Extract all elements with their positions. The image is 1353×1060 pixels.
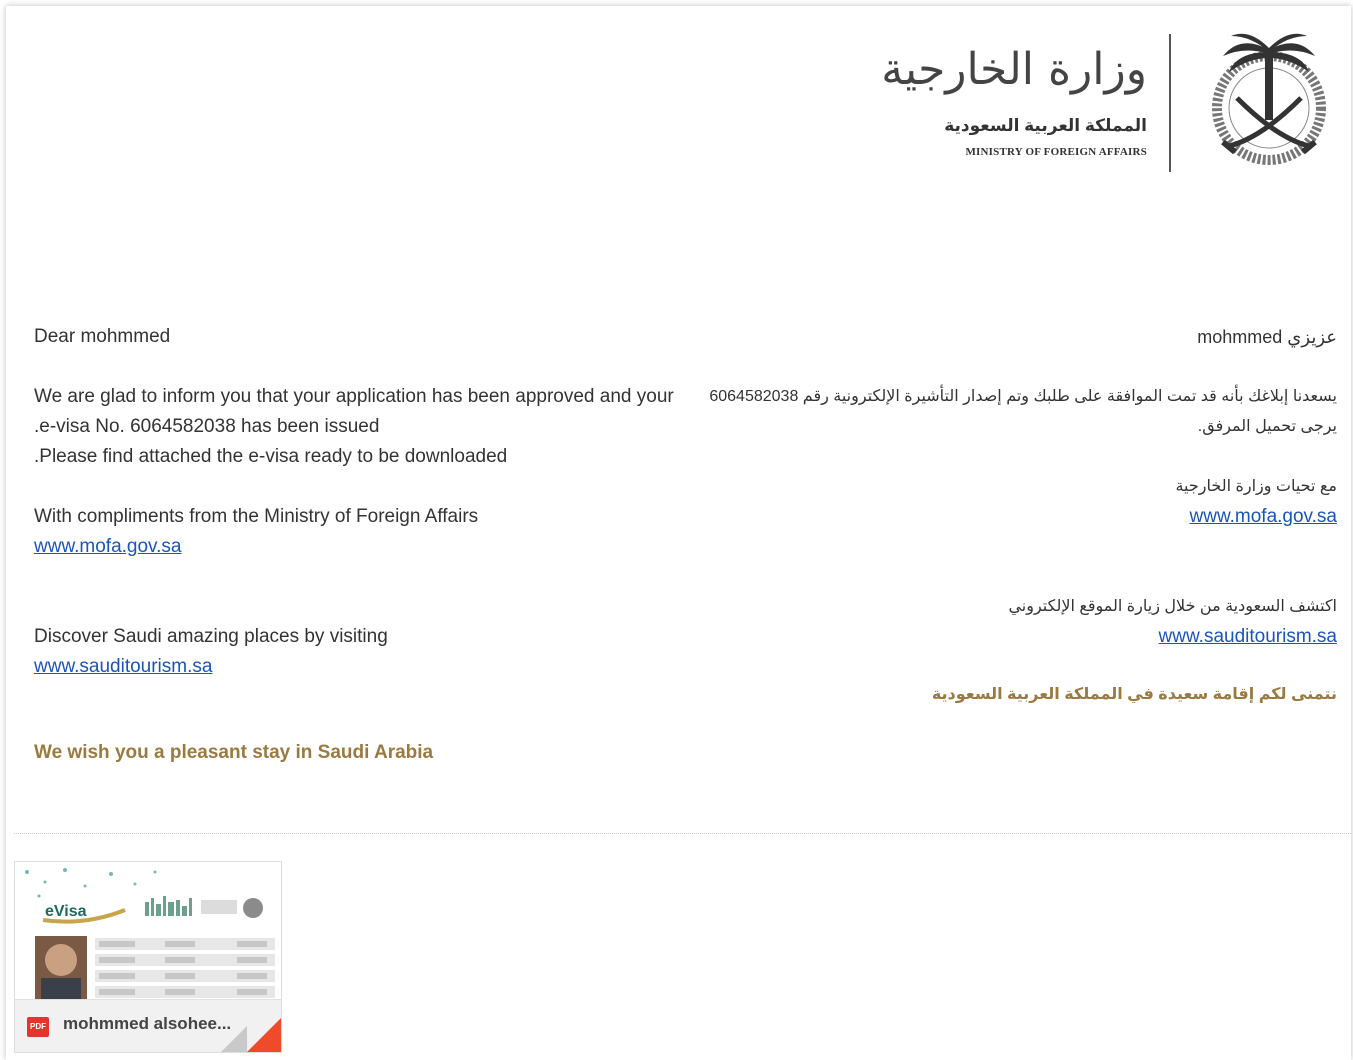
arabic-wish: نتمنى لكم إقامة سعيدة في المملكة العربية… [931,686,1337,703]
attachment-card[interactable]: eVisa PDF mohmmed alsohee... [14,861,282,1053]
english-compliments: With compliments from the Ministry of Fo… [34,506,479,527]
english-wish: We wish you a pleasant stay in Saudi Ara… [34,742,434,763]
arabic-line-2: يرجى تحميل المرفق. [1197,418,1337,435]
arabic-compliments: مع تحيات وزارة الخارجية [1175,478,1337,495]
arabic-tourism-link[interactable]: www.sauditourism.sa [1159,626,1337,647]
logo-divider [1169,34,1171,172]
email-body: وزارة الخارجية المملكة العربية السعودية … [6,6,1351,1060]
attachment-thumbnail: eVisa [15,862,281,1000]
arabic-line-1: يسعدنا إبلاغك بأنه قد تمت الموافقة على ط… [709,388,1337,405]
english-discover: Discover Saudi amazing places by visitin… [34,626,388,647]
english-line-1: We are glad to inform you that your appl… [34,386,674,407]
ministry-logo: وزارة الخارجية المملكة العربية السعودية … [881,28,1337,178]
svg-text:eVisa: eVisa [45,903,87,920]
attachment-footer: PDF mohmmed alsohee... [15,999,281,1052]
ministry-english-subtitle: MINISTRY OF FOREIGN AFFAIRS [965,146,1147,158]
pdf-icon: PDF [27,1017,49,1037]
arabic-greeting: عزيزي mohmmed [1197,327,1337,347]
arabic-mofa-link[interactable]: www.mofa.gov.sa [1190,506,1337,527]
kingdom-arabic-subtitle: المملكة العربية السعودية [944,116,1147,135]
english-line-2: .e-visa No. 6064582038 has been issued [34,416,380,437]
arabic-discover: اكتشف السعودية من خلال زيارة الموقع الإل… [1008,598,1337,615]
attachment-filename: mohmmed alsohee... [63,1014,232,1033]
english-tourism-link[interactable]: www.sauditourism.sa [34,656,212,677]
english-mofa-link[interactable]: www.mofa.gov.sa [34,536,181,557]
english-message: Dear mohmmed We are glad to inform you t… [34,322,714,768]
saudi-emblem-icon [1212,33,1326,165]
page-fold-shadow [221,1026,247,1052]
english-greeting: Dear mohmmed [34,326,171,347]
attachments-divider [14,833,1351,834]
arabic-message: عزيزي mohmmed يسعدنا إبلاغك بأنه قد تمت … [697,322,1337,710]
page-fold-corner-icon [247,1018,281,1052]
ministry-arabic-title: وزارة الخارجية [881,44,1147,95]
english-line-3: .Please find attached the e-visa ready t… [34,446,508,467]
